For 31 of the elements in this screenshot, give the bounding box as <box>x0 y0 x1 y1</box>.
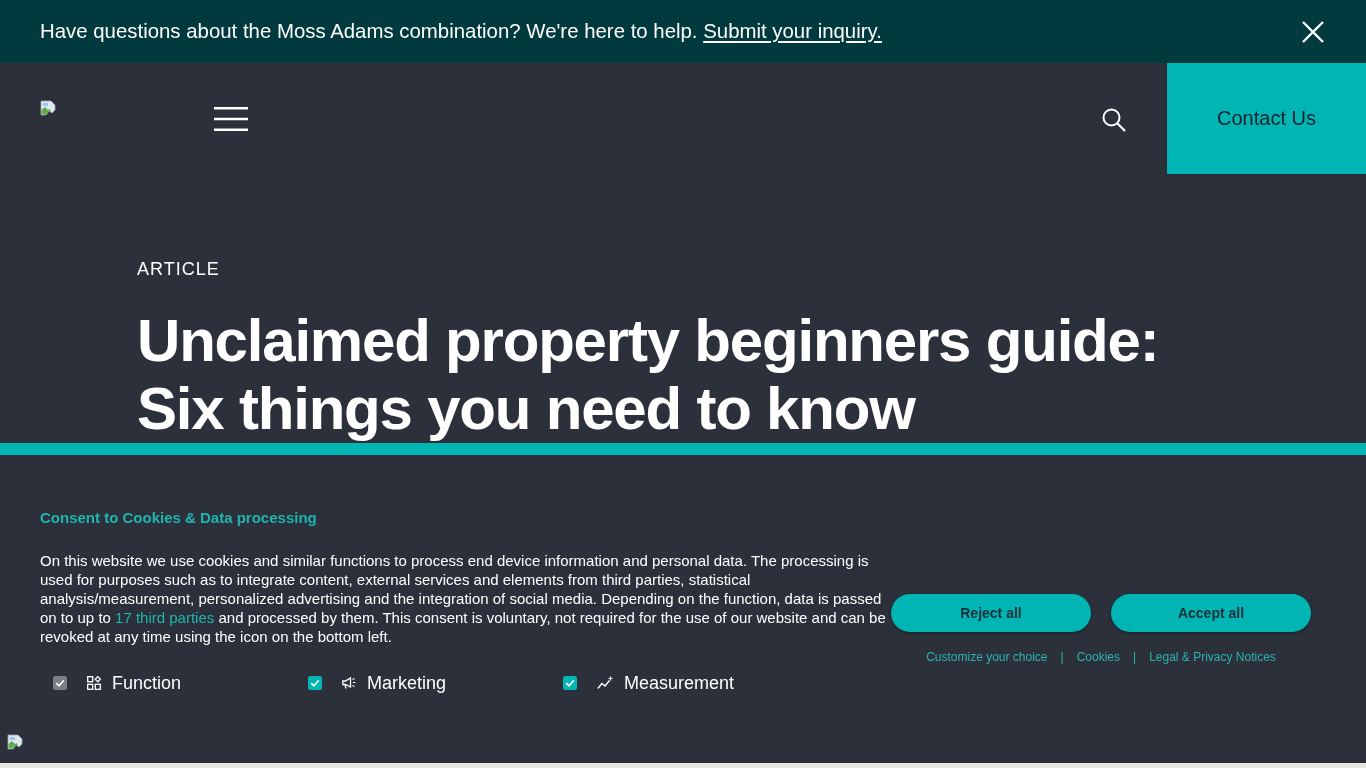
category-label: Marketing <box>367 672 447 694</box>
third-parties-link[interactable]: 17 third parties <box>115 609 215 626</box>
shapes-grid-icon <box>87 676 101 690</box>
broken-image-icon <box>40 100 56 116</box>
consent-footer-link[interactable]: Legal & Privacy Notices <box>1149 650 1276 665</box>
category-label: Measurement <box>624 672 735 694</box>
article-label: ARTICLE <box>137 258 221 280</box>
article-title: Unclaimed property beginners guide: Six things you need to know <box>137 307 1160 443</box>
consent-footer-link[interactable]: Cookies <box>1076 650 1120 665</box>
reject-all-button[interactable]: Reject all <box>891 594 1091 632</box>
accept-all-button[interactable]: Accept all <box>1111 594 1311 632</box>
close-button[interactable] <box>1302 20 1324 43</box>
category-label: Function <box>112 672 182 694</box>
consent-text: On this website we use cookies and similar functions to process end device information and personal data. The processing is used for purposes such as to integrate content, external services and elements from third parties, statistical analysis/measurement, personalized advertising and the integration of social media. Depending on the function, data is passed on to up to 17 third parties and processed by them. This consent is voluntary, not required for the use of our website and can be revoked at any time using the icon on the bottom left. <box>40 551 887 646</box>
contact-us-button[interactable]: Contact Us <box>1167 63 1366 174</box>
search-icon <box>1102 107 1126 132</box>
megaphone-icon <box>342 676 356 690</box>
consent-title: Consent to Cookies & Data processing <box>40 509 318 527</box>
menu-button[interactable] <box>214 106 248 131</box>
search-button[interactable] <box>1102 107 1126 132</box>
inquiry-link[interactable]: Submit your inquiry. <box>703 20 882 42</box>
consent-footer-link[interactable]: Customize your choice <box>926 650 1048 665</box>
close-icon <box>1302 20 1324 43</box>
broken-image-icon[interactable] <box>7 734 23 750</box>
link-separator: | <box>1060 650 1064 665</box>
announcement-text: Have questions about the Moss Adams combination? We're here to help. Submit your inquiry. <box>40 20 883 43</box>
menu-icon <box>214 106 248 131</box>
trend-line-icon <box>597 676 613 690</box>
category-checkbox[interactable] <box>563 676 577 690</box>
link-separator: | <box>1133 650 1137 665</box>
category-checkbox[interactable] <box>308 676 322 690</box>
